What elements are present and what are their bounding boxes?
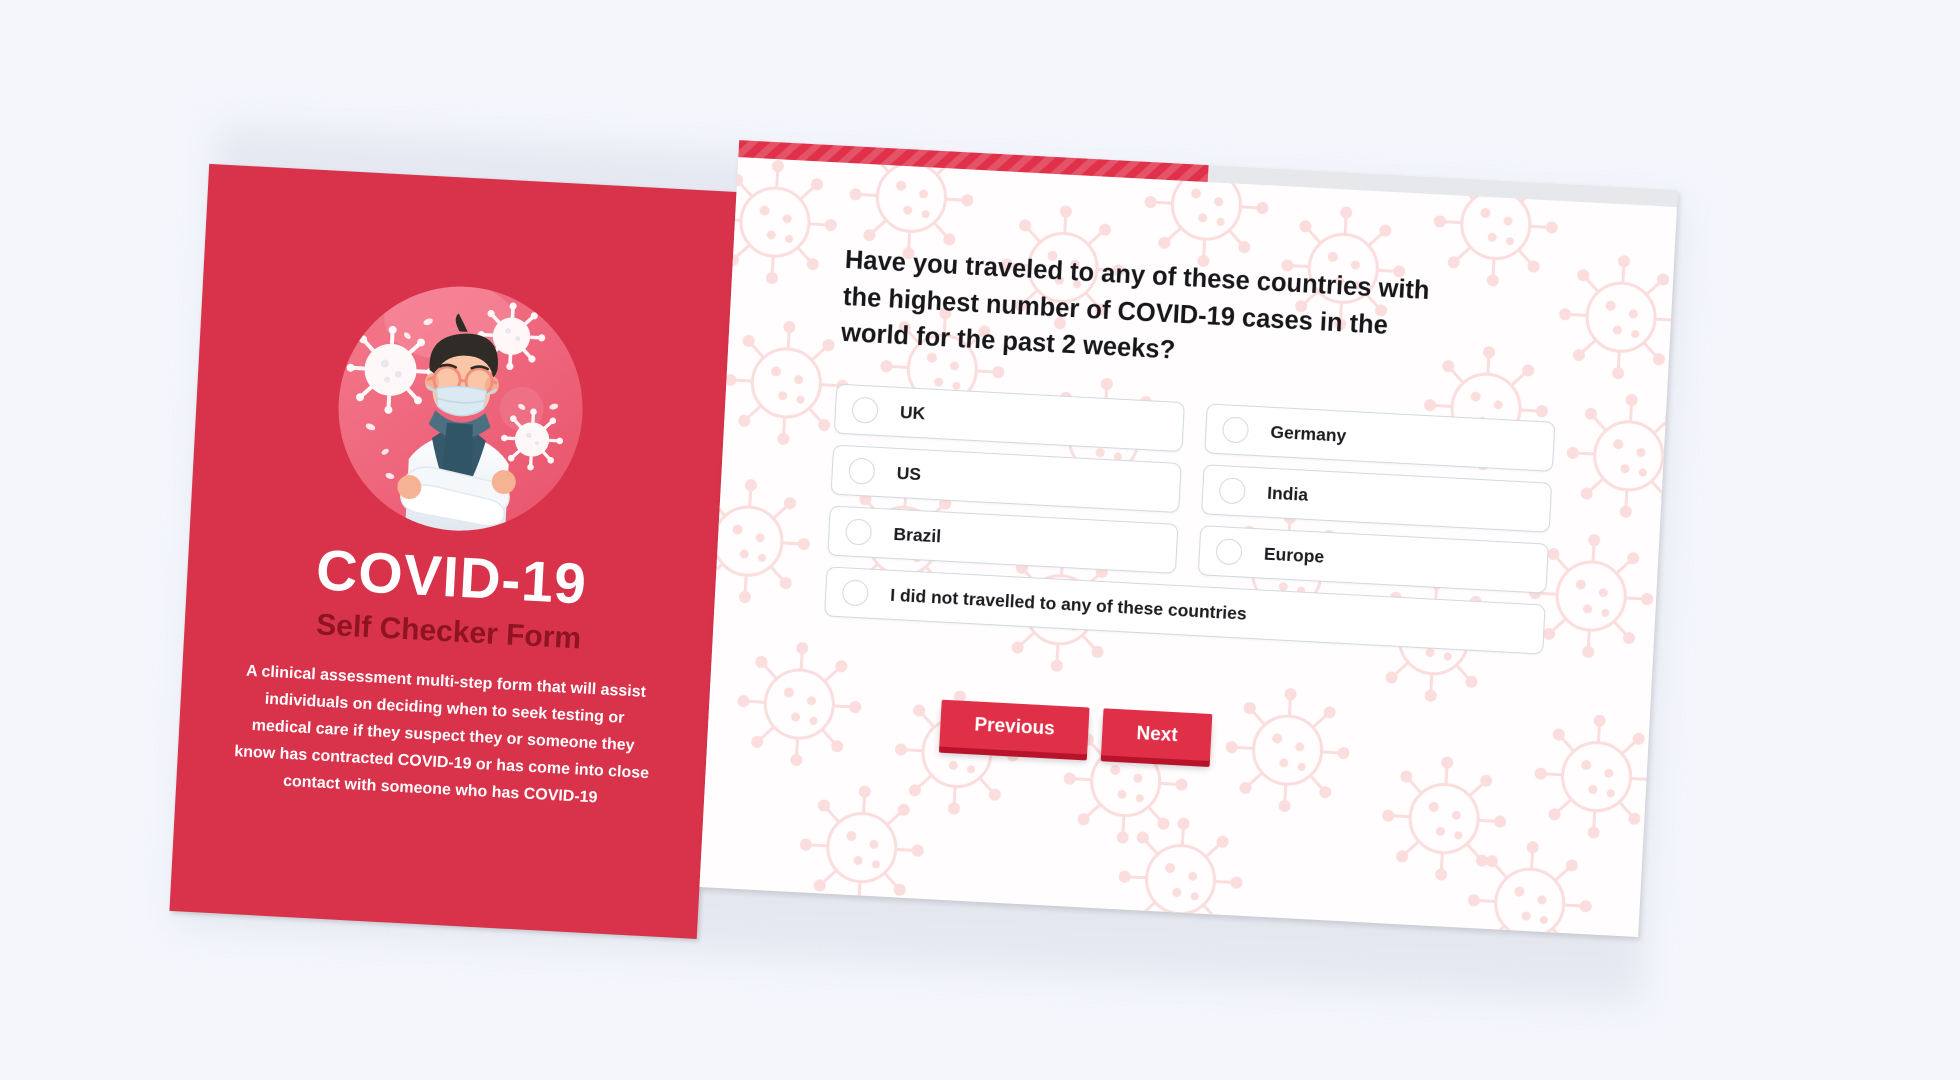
options-container: UK Germany US India Brazil Europe I did not tr… [824, 383, 1556, 655]
option-label: US [896, 462, 922, 484]
option-uk[interactable]: UK [833, 383, 1185, 453]
radio-icon[interactable] [1218, 477, 1246, 505]
radio-icon[interactable] [851, 396, 879, 424]
option-europe[interactable]: Europe [1197, 525, 1549, 594]
option-label: I did not travelled to any of these coun… [889, 584, 1248, 624]
radio-icon[interactable] [1215, 538, 1243, 566]
radio-icon[interactable] [1221, 416, 1250, 444]
card-right-panel: Have you traveled to any of these countr… [699, 140, 1678, 938]
progress-bar-fill [738, 140, 1209, 183]
option-label: Europe [1263, 543, 1325, 567]
page-root: COVID-19 Self Checker Form A clinical as… [0, 0, 1960, 1080]
option-label: Germany [1269, 421, 1347, 446]
navigation-buttons: Previous Next [939, 699, 1213, 762]
option-germany[interactable]: Germany [1204, 403, 1556, 472]
radio-icon[interactable] [841, 579, 869, 607]
option-us[interactable]: US [830, 444, 1182, 514]
previous-button[interactable]: Previous [939, 699, 1090, 755]
option-label: UK [899, 401, 926, 423]
doctor-illustration-icon [329, 277, 592, 540]
option-india[interactable]: India [1201, 464, 1553, 533]
card-left-panel: COVID-19 Self Checker Form A clinical as… [169, 163, 737, 939]
option-label: Brazil [893, 523, 942, 546]
progress-bar-track [738, 140, 1678, 208]
radio-icon[interactable] [844, 518, 873, 546]
question-text: Have you traveled to any of these countr… [840, 245, 1431, 365]
radio-icon[interactable] [848, 457, 876, 485]
brand-description: A clinical assessment multi-step form th… [233, 662, 650, 806]
covid-self-checker-card: COVID-19 Self Checker Form A clinical as… [169, 112, 1684, 1004]
option-label: India [1266, 482, 1309, 505]
next-button[interactable]: Next [1101, 708, 1213, 762]
option-brazil[interactable]: Brazil [827, 505, 1179, 574]
options-grid: UK Germany US India Brazil Europe I did not tr… [824, 383, 1556, 655]
